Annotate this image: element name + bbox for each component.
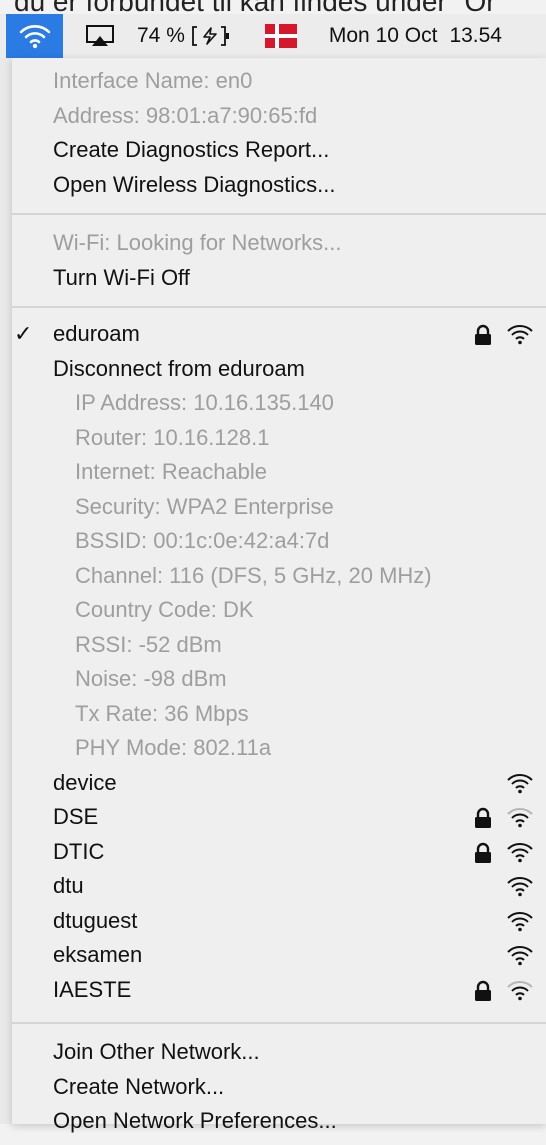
lock-icon [475, 980, 491, 1001]
open-wireless-diagnostics-item[interactable]: Open Wireless Diagnostics... [12, 168, 546, 203]
menubar-date[interactable]: Mon 10 Oct [329, 24, 438, 48]
connection-details: IP Address: 10.16.135.140 Router: 10.16.1… [12, 386, 546, 766]
actions-section: Join Other Network... Create Network... … [12, 1029, 546, 1145]
network-name: DTIC [53, 838, 105, 864]
network-name: eduroam [53, 321, 140, 346]
wifi-signal-icon [507, 773, 533, 793]
create-network-item[interactable]: Create Network... [12, 1070, 546, 1105]
network-item[interactable]: device [12, 766, 546, 801]
wifi-signal-icon [507, 808, 533, 828]
network-list: device DSE DTIC dtu dtuguest eksamen IAESTE [12, 766, 546, 1008]
interface-name: Interface Name: en0 [53, 68, 253, 93]
separator [12, 213, 546, 215]
connection-detail: Router: 10.16.128.1 [75, 424, 270, 450]
wifi-signal-icon [507, 980, 533, 1000]
checkmark-icon: ✓ [14, 321, 33, 346]
menubar-time[interactable]: 13.54 [449, 24, 502, 48]
create-diagnostics-report-item[interactable]: Create Diagnostics Report... [12, 133, 546, 168]
wifi-signal-icon [507, 877, 533, 897]
network-name: DSE [53, 804, 99, 829]
connection-detail: BSSID: 00:1c:0e:42:a4:7d [75, 528, 330, 553]
wifi-signal-icon [507, 325, 533, 345]
interface-section: Interface Name: en0 Address: 98:01:a7:90… [12, 58, 546, 208]
wifi-status: Wi-Fi: Looking for Networks... [53, 230, 342, 255]
wifi-signal-icon [507, 911, 533, 931]
network-item[interactable]: IAESTE [12, 973, 546, 1008]
interface-address: Address: 98:01:a7:90:65:fd [53, 102, 318, 128]
lock-icon [475, 807, 491, 828]
separator [12, 1022, 546, 1024]
network-item[interactable]: dtuguest [12, 904, 546, 939]
background-document-text: du er forbundet til kan findes under "Or [14, 0, 546, 14]
network-name: dtuguest [53, 907, 138, 933]
connection-detail: RSSI: -52 dBm [75, 631, 222, 657]
connection-detail: Country Code: DK [75, 597, 254, 622]
network-item[interactable]: dtu [12, 869, 546, 904]
turn-wifi-off-item[interactable]: Turn Wi-Fi Off [12, 261, 546, 296]
wifi-dropdown-menu: Interface Name: en0 Address: 98:01:a7:90… [12, 58, 546, 1133]
join-other-network-item[interactable]: Join Other Network... [12, 1035, 546, 1070]
connection-detail: Tx Rate: 36 Mbps [75, 700, 249, 726]
wifi-icon[interactable] [6, 14, 63, 58]
network-item-eduroam[interactable]: ✓ eduroam [12, 317, 546, 352]
lock-icon [475, 842, 491, 863]
separator [12, 306, 546, 308]
disconnect-eduroam-item[interactable]: Disconnect from eduroam [12, 352, 546, 387]
menu-bar: 74 % Mon 10 Oct 13.54 [0, 14, 546, 58]
network-name: IAESTE [53, 976, 132, 1002]
airplay-icon[interactable] [85, 24, 115, 48]
battery-charging-icon[interactable] [191, 25, 231, 47]
wifi-status-section: Wi-Fi: Looking for Networks... Turn Wi-F… [12, 220, 546, 301]
network-item[interactable]: DTIC [12, 835, 546, 870]
connection-detail: PHY Mode: 802.11a [75, 735, 272, 760]
danish-flag-icon[interactable] [264, 24, 297, 48]
wifi-signal-icon [507, 946, 533, 966]
networks-section: ✓ eduroam Disconnect from eduroam IP Add… [12, 313, 546, 1013]
wifi-signal-icon [507, 842, 533, 862]
network-name: dtu [53, 873, 84, 898]
connection-detail: IP Address: 10.16.135.140 [75, 390, 334, 415]
network-item[interactable]: eksamen [12, 938, 546, 973]
connection-detail: Channel: 116 (DFS, 5 GHz, 20 MHz) [75, 562, 432, 588]
open-network-preferences-item[interactable]: Open Network Preferences... [12, 1104, 546, 1139]
network-name: device [53, 769, 117, 795]
connection-detail: Internet: Reachable [75, 459, 268, 484]
network-item[interactable]: DSE [12, 800, 546, 835]
network-name: eksamen [53, 942, 143, 967]
connection-detail: Security: WPA2 Enterprise [75, 493, 334, 519]
lock-icon [475, 324, 491, 345]
connection-detail: Noise: -98 dBm [75, 666, 227, 691]
battery-percentage[interactable]: 74 % [137, 24, 185, 48]
